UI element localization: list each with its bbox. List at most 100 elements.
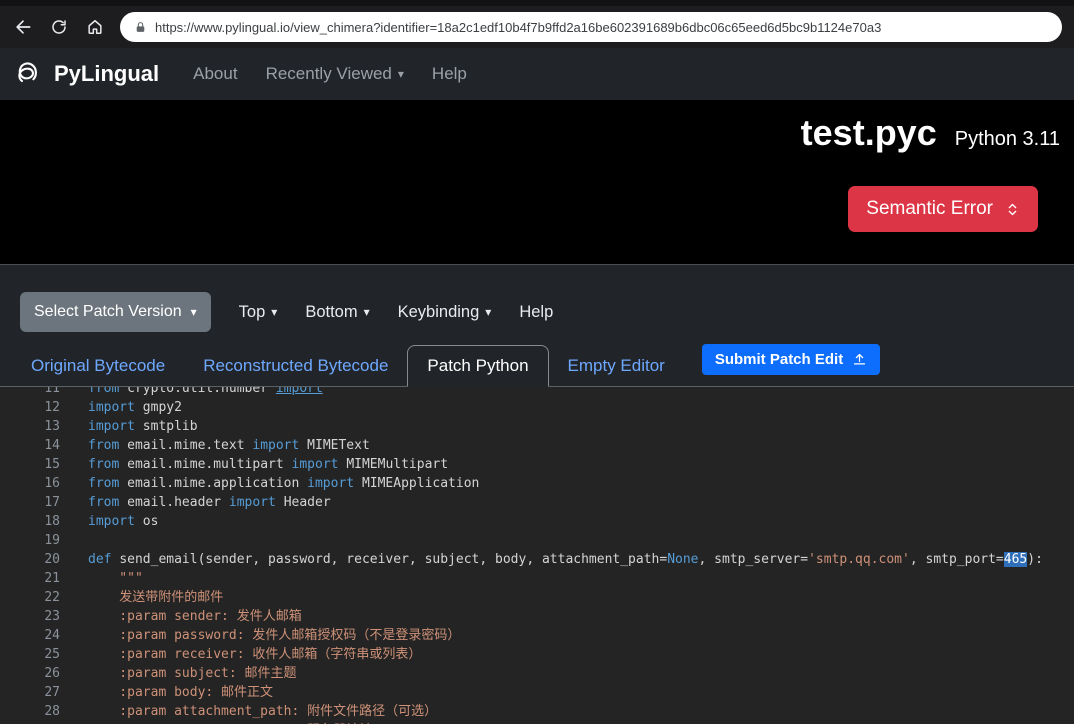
code-text: from email.header import Header	[88, 495, 331, 510]
code-line: 17 from email.header import Header	[0, 493, 1074, 512]
lock-icon	[136, 21, 145, 32]
code-line: 26 :param subject: 邮件主题	[0, 664, 1074, 683]
address-bar[interactable]: https://www.pylingual.io/view_chimera?id…	[120, 12, 1062, 42]
code-line: 21 """	[0, 569, 1074, 588]
browser-chrome: https://www.pylingual.io/view_chimera?id…	[0, 0, 1074, 48]
tab-empty-editor[interactable]: Empty Editor	[549, 346, 684, 386]
url-text: https://www.pylingual.io/view_chimera?id…	[155, 19, 882, 35]
line-number: 18	[44, 514, 60, 529]
line-number: 20	[44, 552, 60, 567]
code-line: 14 from email.mime.text import MIMEText	[0, 436, 1074, 455]
brand-name: PyLingual	[54, 61, 160, 86]
toolbar-item-bottom[interactable]: Bottom ▾	[305, 303, 369, 322]
line-number: 25	[44, 647, 60, 662]
python-version: Python 3.11	[954, 128, 1060, 150]
line-number: 13	[44, 419, 60, 434]
code-lines: 11 from crypto.util.number import 12 import…	[0, 387, 1074, 724]
code-text: from email.mime.application import MIMEA…	[88, 476, 480, 491]
code-text: from crypto.util.number import	[88, 387, 323, 396]
code-text: :param subject: 邮件主题	[88, 666, 297, 681]
line-number: 16	[44, 476, 60, 491]
code-text: """	[88, 571, 143, 586]
toolbar-item-top[interactable]: Top ▾	[239, 303, 278, 322]
nav-item-label: About	[193, 64, 238, 83]
navbar-items: About Recently Viewed ▾ Help	[193, 64, 495, 84]
tab-bar: Original Bytecode Reconstructed Bytecode P…	[0, 340, 1074, 387]
line-number: 22	[44, 590, 60, 605]
code-editor[interactable]: 11 from crypto.util.number import 12 import…	[0, 387, 1074, 724]
line-number: 21	[44, 571, 60, 586]
line-number: 23	[44, 609, 60, 624]
filename: test.pyc	[800, 112, 937, 153]
pylingual-logo-icon	[18, 62, 37, 83]
line-number: 27	[44, 685, 60, 700]
code-text: from email.mime.multipart import MIMEMul…	[88, 457, 449, 472]
back-button[interactable]	[6, 10, 40, 44]
toolbar-item-label: Help	[519, 302, 554, 321]
nav-item-label: Help	[431, 64, 467, 83]
upload-icon	[854, 353, 866, 364]
code-line: 23 :param sender: 发件人邮箱	[0, 607, 1074, 626]
tabs-list: Original Bytecode Reconstructed Bytecode P…	[12, 345, 684, 387]
refresh-button[interactable]	[42, 10, 76, 44]
code-line: 22 发送带附件的邮件	[0, 588, 1074, 607]
tab-original-bytecode[interactable]: Original Bytecode	[12, 346, 184, 386]
unfold-more-icon	[1008, 203, 1017, 215]
line-number: 14	[44, 438, 60, 453]
patch-toolbar: Select Patch Version ▾ Top ▾ Bottom ▾ Keybin…	[0, 264, 1074, 340]
code-text: from email.mime.text import MIMEText	[88, 438, 370, 453]
tab-patch-python[interactable]: Patch Python	[407, 345, 549, 387]
submit-patch-edit-button[interactable]: Submit Patch Edit	[701, 343, 881, 375]
code-line: 16 from email.mime.application import MIM…	[0, 474, 1074, 493]
code-text: import os	[88, 514, 159, 529]
line-number: 17	[44, 495, 60, 510]
home-button[interactable]	[78, 10, 112, 44]
code-text: :param body: 邮件正文	[88, 685, 274, 700]
line-number: 24	[44, 628, 60, 643]
code-line: 24 :param password: 发件人邮箱授权码（不是登录密码）	[0, 626, 1074, 645]
toolbar-item-keybinding[interactable]: Keybinding ▾	[398, 303, 492, 322]
line-number: 12	[44, 400, 60, 415]
select-patch-version-label: Select Patch Version	[34, 303, 182, 320]
caret-down-icon: ▾	[485, 305, 492, 319]
home-icon	[88, 20, 102, 34]
toolbar-item-label: Keybinding	[397, 302, 480, 321]
toolbar-items: Top ▾ Bottom ▾ Keybinding ▾ Help	[239, 292, 554, 332]
semantic-error-button[interactable]: Semantic Error	[848, 186, 1038, 232]
code-line: 25 :param receiver: 收件人邮箱（字符串或列表）	[0, 645, 1074, 664]
code-line: 18 import os	[0, 512, 1074, 531]
navbar: PyLingual About Recently Viewed ▾ Help	[0, 48, 1074, 100]
line-number: 26	[44, 666, 60, 681]
caret-down-icon: ▾	[190, 305, 197, 319]
code-line: 20 def send_email(sender, password, recei…	[0, 550, 1074, 569]
line-number: 11	[44, 387, 60, 396]
caret-down-icon: ▾	[271, 305, 278, 319]
line-number: 15	[44, 457, 60, 472]
select-patch-version-button[interactable]: Select Patch Version ▾	[20, 292, 211, 332]
code-line: 19	[0, 531, 1074, 550]
hero-title: test.pyc Python 3.11	[801, 112, 1060, 154]
code-line: 11 from crypto.util.number import	[0, 387, 1074, 398]
brand[interactable]: PyLingual	[14, 60, 159, 88]
toolbar-item-help[interactable]: Help	[519, 303, 553, 322]
line-number: 19	[44, 533, 60, 548]
caret-down-icon: ▾	[397, 67, 404, 81]
code-line: 13 import smtplib	[0, 417, 1074, 436]
back-icon	[16, 20, 31, 34]
code-text: import gmpy2	[88, 400, 182, 415]
code-text: def send_email(sender, password, receive…	[88, 552, 1043, 567]
nav-item-about[interactable]: About	[193, 64, 237, 84]
nav-item-help[interactable]: Help	[432, 64, 467, 84]
toolbar-item-label: Bottom	[305, 302, 358, 321]
code-text: :param receiver: 收件人邮箱（字符串或列表）	[88, 647, 422, 662]
code-text: :param attachment_path: 附件文件路径（可选）	[88, 704, 438, 719]
tab-reconstructed-bytecode[interactable]: Reconstructed Bytecode	[184, 346, 407, 386]
line-number: 28	[44, 704, 60, 719]
code-line: 28 :param attachment_path: 附件文件路径（可选）	[0, 702, 1074, 721]
nav-item-recently-viewed[interactable]: Recently Viewed ▾	[266, 64, 404, 84]
code-line: 15 from email.mime.multipart import MIMEM…	[0, 455, 1074, 474]
code-text: :param password: 发件人邮箱授权码（不是登录密码）	[88, 628, 461, 643]
code-text: :param sender: 发件人邮箱	[88, 609, 302, 624]
code-line: 12 import gmpy2	[0, 398, 1074, 417]
